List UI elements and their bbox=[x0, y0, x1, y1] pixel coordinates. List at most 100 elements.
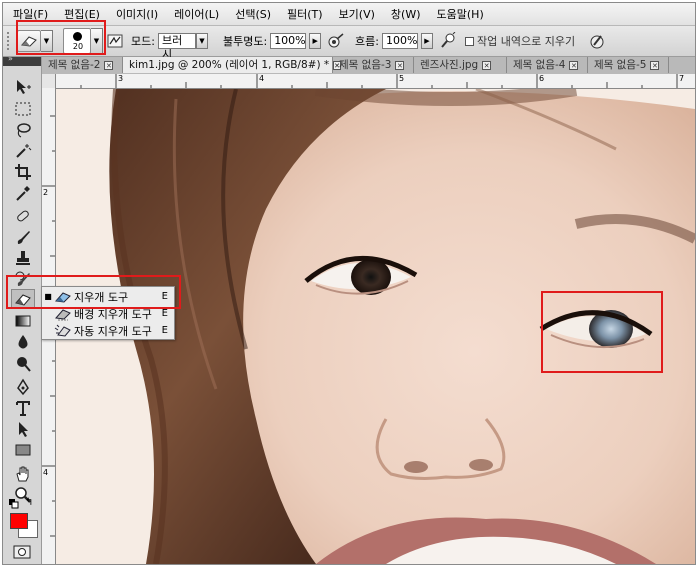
pen-icon bbox=[17, 378, 29, 396]
mode-control: 모드: 브러시 ▼ bbox=[131, 26, 208, 61]
brush-icon bbox=[17, 231, 30, 244]
tab-label: 제목 없음-5 bbox=[594, 59, 647, 71]
brush-tool[interactable] bbox=[11, 227, 35, 247]
flyout-shortcut: E bbox=[161, 308, 168, 319]
crop-tool[interactable] bbox=[11, 162, 35, 182]
gradient-icon bbox=[15, 315, 31, 327]
gradient-tool[interactable] bbox=[11, 311, 35, 331]
flow-slider-arrow[interactable]: ▶ bbox=[420, 33, 433, 49]
airbrush-mode-icon[interactable] bbox=[439, 32, 457, 50]
opacity-label: 불투명도: bbox=[223, 35, 268, 48]
airbrush-icon[interactable] bbox=[327, 32, 345, 50]
flyout-item-magic-eraser[interactable]: 자동 지우개 도구 E bbox=[42, 322, 174, 339]
opacity-control: 불투명도: 100% ▶ bbox=[223, 26, 322, 56]
mode-select[interactable]: 브러시 bbox=[157, 33, 196, 61]
path-selection-tool[interactable] bbox=[11, 419, 35, 439]
options-grip bbox=[7, 26, 11, 56]
airbrush-mode-toggle[interactable] bbox=[439, 26, 457, 56]
blur-tool[interactable] bbox=[11, 332, 35, 352]
clone-stamp-tool[interactable] bbox=[11, 248, 35, 268]
menu-view[interactable]: 보기(V) bbox=[331, 6, 383, 22]
opacity-input[interactable]: 100% bbox=[270, 33, 307, 49]
ruler-label: 2 bbox=[43, 188, 49, 197]
menu-bar: 파일(F) 편집(E) 이미지(I) 레이어(L) 선택(S) 필터(T) 보기… bbox=[3, 3, 695, 26]
dodge-tool[interactable] bbox=[11, 354, 35, 374]
tab-label: 제목 없음-4 bbox=[513, 59, 566, 71]
dodge-icon bbox=[17, 357, 31, 372]
tab-untitled-4[interactable]: 제목 없음-4 ✕ bbox=[507, 57, 588, 73]
rectangle-icon bbox=[15, 444, 31, 456]
erase-history-checkbox[interactable] bbox=[465, 36, 474, 46]
ruler-label: 6 bbox=[539, 74, 545, 83]
tablet-pressure-icon[interactable] bbox=[588, 32, 606, 50]
menu-help[interactable]: 도움말(H) bbox=[429, 6, 492, 22]
ruler-label: 5 bbox=[399, 74, 405, 83]
brush-panel-toggle[interactable] bbox=[107, 26, 123, 56]
tab-label: kim1.jpg @ 200% (레이어 1, RGB/8#) * bbox=[129, 59, 330, 71]
eyedropper-tool[interactable] bbox=[11, 183, 35, 203]
mode-label: 모드: bbox=[131, 35, 155, 48]
tab-label: 제목 없음-3 bbox=[339, 59, 392, 71]
quick-selection-tool[interactable] bbox=[11, 141, 35, 161]
opacity-slider-arrow[interactable]: ▶ bbox=[309, 33, 322, 49]
tablet-pressure-toggle[interactable] bbox=[588, 26, 606, 56]
collapse-icon[interactable]: » bbox=[8, 54, 13, 63]
rectangle-tool[interactable] bbox=[11, 440, 35, 460]
mode-dropdown-arrow[interactable]: ▼ bbox=[195, 33, 208, 49]
bandage-icon bbox=[17, 210, 29, 222]
move-tool-icon bbox=[17, 80, 31, 94]
document-tabs: 제목 없음-2 ✕ kim1.jpg @ 200% (레이어 1, RGB/8#)… bbox=[42, 57, 695, 75]
tab-close-icon[interactable]: ✕ bbox=[569, 60, 579, 70]
ruler-label: 3 bbox=[118, 74, 124, 83]
lasso-tool[interactable] bbox=[11, 120, 35, 140]
quick-mask-button[interactable] bbox=[13, 545, 31, 559]
tab-close-icon[interactable]: ✕ bbox=[482, 60, 492, 70]
tab-kim1[interactable]: kim1.jpg @ 200% (레이어 1, RGB/8#) * ✕ bbox=[123, 57, 342, 73]
menu-layer[interactable]: 레이어(L) bbox=[166, 6, 227, 22]
type-tool[interactable] bbox=[11, 398, 35, 418]
tab-label: 렌즈사진.jpg bbox=[420, 59, 479, 71]
highlight-box-eye bbox=[541, 291, 663, 373]
tab-lens-photo[interactable]: 렌즈사진.jpg ✕ bbox=[414, 57, 507, 73]
ruler-label: 4 bbox=[259, 74, 265, 83]
grip-icon bbox=[7, 32, 9, 50]
airbrush-toggle[interactable] bbox=[327, 26, 345, 56]
tab-untitled-3[interactable]: 제목 없음-3 ✕ bbox=[333, 57, 414, 73]
flyout-item-label: 자동 지우개 도구 bbox=[74, 324, 152, 338]
tab-close-icon[interactable]: ✕ bbox=[650, 60, 660, 70]
magic-wand-icon bbox=[16, 144, 32, 158]
type-icon bbox=[16, 401, 30, 416]
ruler-ticks bbox=[80, 74, 678, 88]
pen-tool[interactable] bbox=[11, 377, 35, 397]
path-selection-icon bbox=[19, 422, 28, 437]
tab-close-icon[interactable]: ✕ bbox=[395, 60, 405, 70]
swap-colors-icon[interactable]: ↰ bbox=[25, 497, 33, 508]
options-bar: ▼ 20 ▼ 모드: 브러시 ▼ 불투명도: 100% ▶ 흐름: 100% ▶… bbox=[3, 26, 695, 61]
erase-history-label: 작업 내역으로 지우기 bbox=[477, 35, 576, 48]
horizontal-ruler: 3 4 5 6 7 bbox=[55, 74, 695, 89]
flow-input[interactable]: 100% bbox=[381, 33, 418, 49]
quick-mask-icon bbox=[13, 545, 31, 559]
magic-eraser-icon bbox=[54, 324, 71, 337]
erase-history-option: 작업 내역으로 지우기 bbox=[465, 26, 575, 56]
tab-close-icon[interactable]: ✕ bbox=[104, 60, 114, 70]
menu-image[interactable]: 이미지(I) bbox=[108, 6, 166, 22]
ruler-label: 4 bbox=[43, 468, 49, 477]
stamp-icon bbox=[16, 251, 30, 265]
brush-panel-icon[interactable] bbox=[107, 33, 123, 49]
healing-brush-tool[interactable] bbox=[11, 206, 35, 226]
tools-panel: » ↰ bbox=[3, 54, 42, 564]
foreground-color-swatch[interactable] bbox=[10, 513, 28, 529]
tab-untitled-2[interactable]: 제목 없음-2 ✕ bbox=[42, 57, 123, 73]
tab-label: 제목 없음-2 bbox=[48, 59, 101, 71]
tab-untitled-5[interactable]: 제목 없음-5 ✕ bbox=[588, 57, 669, 73]
eyedropper-icon bbox=[16, 186, 30, 201]
default-colors-icon[interactable] bbox=[9, 499, 19, 512]
move-tool[interactable] bbox=[11, 77, 35, 97]
hand-tool[interactable] bbox=[11, 464, 35, 484]
marquee-tool[interactable] bbox=[11, 99, 35, 119]
menu-window[interactable]: 창(W) bbox=[383, 6, 429, 22]
ruler-origin[interactable] bbox=[42, 74, 56, 89]
menu-select[interactable]: 선택(S) bbox=[227, 6, 279, 22]
menu-filter[interactable]: 필터(T) bbox=[279, 6, 331, 22]
